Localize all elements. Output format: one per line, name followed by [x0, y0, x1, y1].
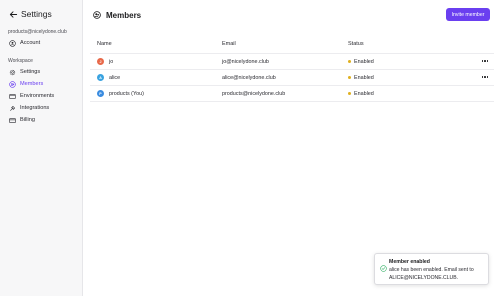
status-text: Enabled — [354, 59, 374, 65]
workspace-section-label: Workspace — [8, 58, 33, 64]
sidebar-item-members[interactable]: Members — [6, 79, 78, 89]
status-dot-icon — [348, 59, 351, 63]
avatar: A — [97, 74, 104, 81]
toast-title: Member enabled — [389, 259, 430, 265]
toast-message: alice has been enabled. Email sent to AL… — [389, 267, 474, 281]
sidebar-item-environments[interactable]: Environments — [6, 91, 78, 101]
member-email: products@nicelydone.club — [222, 91, 286, 97]
sidebar-header: Settings — [8, 8, 52, 20]
more-options-icon[interactable] — [480, 73, 490, 81]
status-dot-icon — [348, 91, 351, 95]
environments-icon — [8, 92, 16, 100]
members-page: Members Invite member Name Email Status … — [84, 0, 500, 296]
member-name: jo — [109, 59, 114, 65]
sidebar-item-label: Account — [20, 40, 41, 46]
sidebar-item-label: Integrations — [20, 105, 50, 111]
sidebar-item-integrations[interactable]: Integrations — [6, 103, 78, 113]
column-header-name: Name — [97, 41, 112, 47]
member-email: alice@nicelydone.club — [222, 75, 276, 81]
page-header: Members — [93, 9, 141, 21]
member-name: alice — [109, 75, 121, 81]
avatar: J — [97, 58, 104, 65]
status-badge: Enabled — [348, 91, 374, 97]
sidebar-item-label: Billing — [20, 117, 35, 123]
sidebar-item-account[interactable]: Account — [6, 38, 78, 48]
account-email: products@nicelydone.club — [8, 29, 67, 35]
members-icon — [93, 6, 101, 24]
status-text: Enabled — [354, 75, 374, 81]
back-arrow-icon[interactable] — [8, 9, 18, 19]
sidebar-item-billing[interactable]: Billing — [6, 115, 78, 125]
table-header: Name Email Status — [90, 36, 494, 54]
members-table: Name Email Status J jo jo@nicelydone.clu… — [90, 36, 494, 102]
status-badge: Enabled — [348, 59, 374, 65]
column-header-status: Status — [348, 41, 364, 47]
table-row[interactable]: P products (You) products@nicelydone.clu… — [90, 86, 494, 102]
check-circle-icon — [380, 259, 387, 272]
members-icon — [8, 80, 16, 88]
settings-sidebar: Settings products@nicelydone.club Accoun… — [0, 0, 83, 296]
table-row[interactable]: J jo jo@nicelydone.club Enabled — [90, 54, 494, 70]
member-name: products (You) — [109, 91, 144, 97]
toast-notification: Member enabled alice has been enabled. E… — [374, 253, 489, 285]
more-options-icon[interactable] — [480, 57, 490, 65]
sidebar-title: Settings — [21, 9, 52, 19]
status-badge: Enabled — [348, 75, 374, 81]
invite-member-button[interactable]: Invite member — [446, 8, 490, 21]
sidebar-item-settings[interactable]: Settings — [6, 67, 78, 77]
avatar: P — [97, 90, 104, 97]
status-dot-icon — [348, 75, 351, 79]
status-text: Enabled — [354, 91, 374, 97]
sidebar-item-label: Settings — [20, 69, 41, 75]
table-row[interactable]: A alice alice@nicelydone.club Enabled — [90, 70, 494, 86]
column-header-email: Email — [222, 41, 236, 47]
billing-icon — [8, 116, 16, 124]
member-email: jo@nicelydone.club — [222, 59, 269, 65]
user-circle-icon — [8, 39, 16, 47]
integrations-icon — [8, 104, 16, 112]
gear-icon — [8, 68, 16, 76]
page-title: Members — [106, 10, 142, 20]
sidebar-item-label: Environments — [20, 93, 55, 99]
sidebar-item-label: Members — [20, 81, 44, 87]
